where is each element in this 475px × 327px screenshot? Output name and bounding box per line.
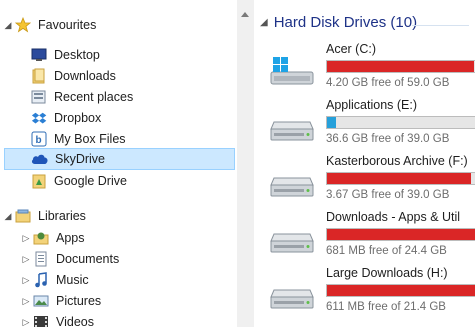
section-title: Hard Disk Drives (10) bbox=[273, 14, 418, 31]
nav-item-label: Google Drive bbox=[54, 174, 127, 188]
drive-tile-g[interactable]: Downloads - Apps & Util 681 MB free of 2… bbox=[270, 210, 475, 268]
drive-usage-bar bbox=[326, 116, 475, 129]
drive-free-space: 36.6 GB free of 39.0 GB bbox=[326, 133, 450, 145]
drive-usage-bar bbox=[326, 60, 475, 73]
drive-name: Applications (E:) bbox=[326, 98, 418, 112]
drive-tile-e[interactable]: Applications (E:) 36.6 GB free of 39.0 G… bbox=[270, 98, 475, 156]
documents-library-icon bbox=[32, 251, 50, 267]
drive-free-space: 4.20 GB free of 59.0 GB bbox=[326, 77, 450, 89]
navigation-pane: ◢ Favourites Desktop Downloads Recent pl… bbox=[0, 0, 237, 327]
drive-usage-bar bbox=[326, 228, 475, 241]
svg-text:b: b bbox=[36, 135, 42, 146]
nav-item-desktop[interactable]: Desktop bbox=[30, 44, 100, 66]
skydrive-icon bbox=[31, 151, 49, 167]
drive-tile-f[interactable]: Kasterborous Archive (F:) 3.67 GB free o… bbox=[270, 154, 475, 212]
favourites-group[interactable]: ◢ Favourites bbox=[2, 14, 96, 36]
section-divider bbox=[412, 25, 469, 26]
recent-places-icon bbox=[30, 89, 48, 105]
nav-item-label: Videos bbox=[56, 315, 94, 327]
expand-caret-icon[interactable]: ▷ bbox=[20, 317, 32, 327]
collapse-caret-icon[interactable]: ◢ bbox=[2, 20, 14, 31]
drive-tile-c[interactable]: Acer (C:) 4.20 GB free of 59.0 GB bbox=[270, 42, 475, 100]
drive-usage-fill bbox=[327, 285, 475, 296]
drive-usage-fill bbox=[327, 229, 475, 240]
drive-tile-h[interactable]: Large Downloads (H:) 611 MB free of 21.4… bbox=[270, 266, 475, 324]
pictures-library-icon bbox=[32, 293, 50, 309]
drive-name: Downloads - Apps & Util bbox=[326, 210, 461, 224]
music-library-icon bbox=[32, 272, 50, 288]
drives-pane: ◢ Hard Disk Drives (10) Acer (C:) 4.20 G… bbox=[254, 0, 475, 327]
nav-item-recent-places[interactable]: Recent places bbox=[30, 86, 133, 108]
nav-item-label: Desktop bbox=[54, 48, 100, 62]
nav-item-downloads[interactable]: Downloads bbox=[30, 65, 116, 87]
drive-usage-fill bbox=[327, 117, 337, 128]
drive-free-space: 611 MB free of 21.4 GB bbox=[326, 301, 446, 313]
libraries-label: Libraries bbox=[38, 209, 86, 223]
drive-usage-bar bbox=[326, 172, 475, 185]
drive-usage-fill bbox=[327, 173, 471, 184]
collapse-caret-icon[interactable]: ◢ bbox=[2, 211, 14, 222]
drive-usage-fill bbox=[327, 61, 474, 72]
expand-caret-icon[interactable]: ▷ bbox=[20, 233, 32, 244]
navigation-scrollbar[interactable] bbox=[237, 0, 254, 327]
nav-item-label: Downloads bbox=[54, 69, 116, 83]
windows-drive-icon bbox=[270, 56, 314, 86]
libraries-group[interactable]: ◢ Libraries bbox=[2, 205, 86, 227]
libraries-icon bbox=[14, 208, 32, 224]
drive-name: Kasterborous Archive (F:) bbox=[326, 154, 468, 168]
drive-free-space: 681 MB free of 24.4 GB bbox=[326, 245, 447, 257]
favourites-label: Favourites bbox=[38, 18, 97, 32]
google-drive-icon bbox=[30, 173, 48, 189]
box-icon: b bbox=[30, 131, 48, 147]
nav-item-label: My Box Files bbox=[54, 132, 126, 146]
nav-item-label: Apps bbox=[56, 231, 85, 245]
apps-library-icon bbox=[32, 230, 50, 246]
nav-item-dropbox[interactable]: Dropbox bbox=[30, 107, 101, 129]
nav-item-my-box-files[interactable]: b My Box Files bbox=[30, 128, 126, 150]
nav-item-google-drive[interactable]: Google Drive bbox=[30, 170, 127, 192]
nav-item-apps[interactable]: ▷ Apps bbox=[20, 227, 85, 249]
expand-caret-icon[interactable]: ▷ bbox=[20, 254, 32, 265]
expand-caret-icon[interactable]: ▷ bbox=[20, 296, 32, 307]
nav-item-documents[interactable]: ▷ Documents bbox=[20, 248, 119, 270]
downloads-folder-icon bbox=[30, 68, 48, 84]
nav-item-label: Documents bbox=[56, 252, 120, 266]
hard-drive-icon bbox=[270, 224, 314, 254]
dropbox-icon bbox=[30, 110, 48, 126]
hard-drive-icon bbox=[270, 280, 314, 310]
nav-item-label: Music bbox=[56, 273, 89, 287]
section-header-hard-disk-drives[interactable]: ◢ Hard Disk Drives (10) bbox=[260, 14, 417, 31]
nav-item-videos[interactable]: ▷ Videos bbox=[20, 311, 94, 327]
videos-library-icon bbox=[32, 314, 50, 327]
star-icon bbox=[14, 17, 32, 33]
nav-item-pictures[interactable]: ▷ Pictures bbox=[20, 290, 102, 312]
drive-usage-bar bbox=[326, 284, 475, 297]
nav-item-music[interactable]: ▷ Music bbox=[20, 269, 89, 291]
hard-drive-icon bbox=[270, 112, 314, 142]
nav-item-label: Dropbox bbox=[54, 111, 102, 125]
drive-name: Large Downloads (H:) bbox=[326, 266, 448, 280]
desktop-icon bbox=[30, 47, 48, 63]
nav-item-label: Recent places bbox=[54, 90, 134, 104]
collapse-caret-icon[interactable]: ◢ bbox=[260, 17, 268, 28]
scroll-up-icon[interactable] bbox=[241, 12, 249, 17]
nav-item-label: SkyDrive bbox=[55, 152, 106, 166]
expand-caret-icon[interactable]: ▷ bbox=[20, 275, 32, 286]
nav-item-skydrive[interactable]: SkyDrive bbox=[4, 148, 235, 170]
drive-free-space: 3.67 GB free of 39.0 GB bbox=[326, 189, 450, 201]
hard-drive-icon bbox=[270, 168, 314, 198]
nav-item-label: Pictures bbox=[56, 294, 102, 308]
drive-name: Acer (C:) bbox=[326, 42, 376, 56]
